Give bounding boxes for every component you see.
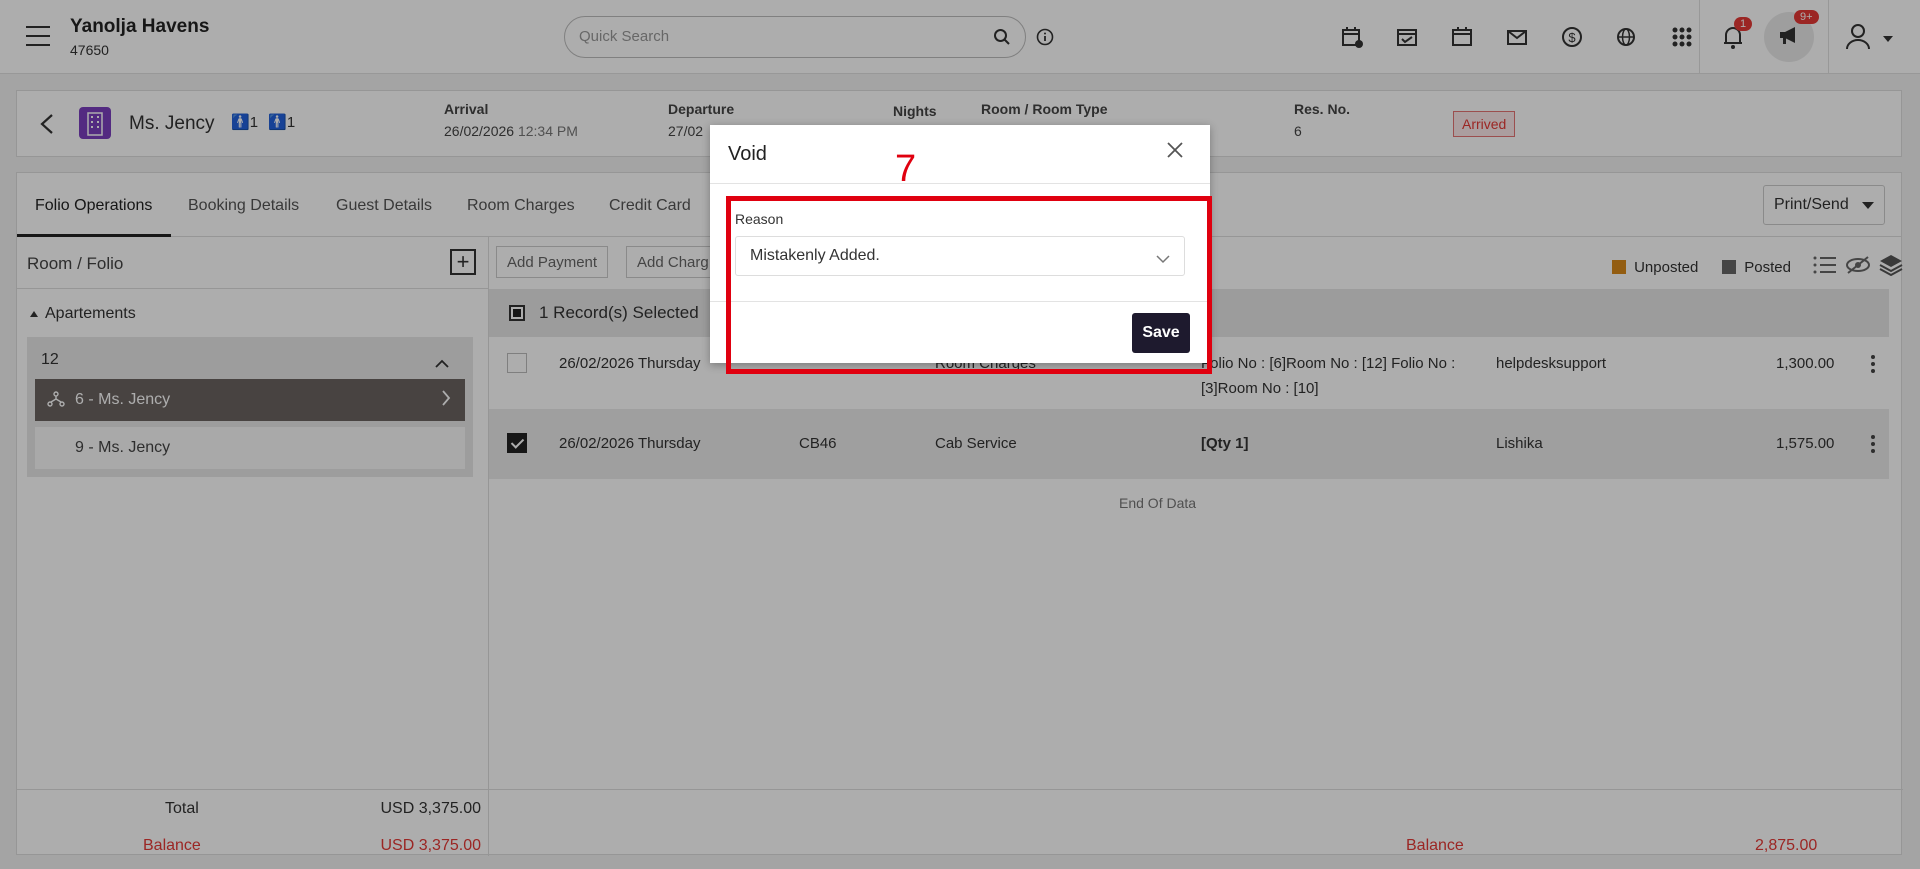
close-icon[interactable]: [1166, 141, 1184, 163]
step-number-annotation: 7: [895, 148, 917, 190]
highlight-annotation-box: [726, 196, 1212, 374]
divider: [710, 183, 1210, 184]
dialog-title: Void: [728, 143, 767, 165]
